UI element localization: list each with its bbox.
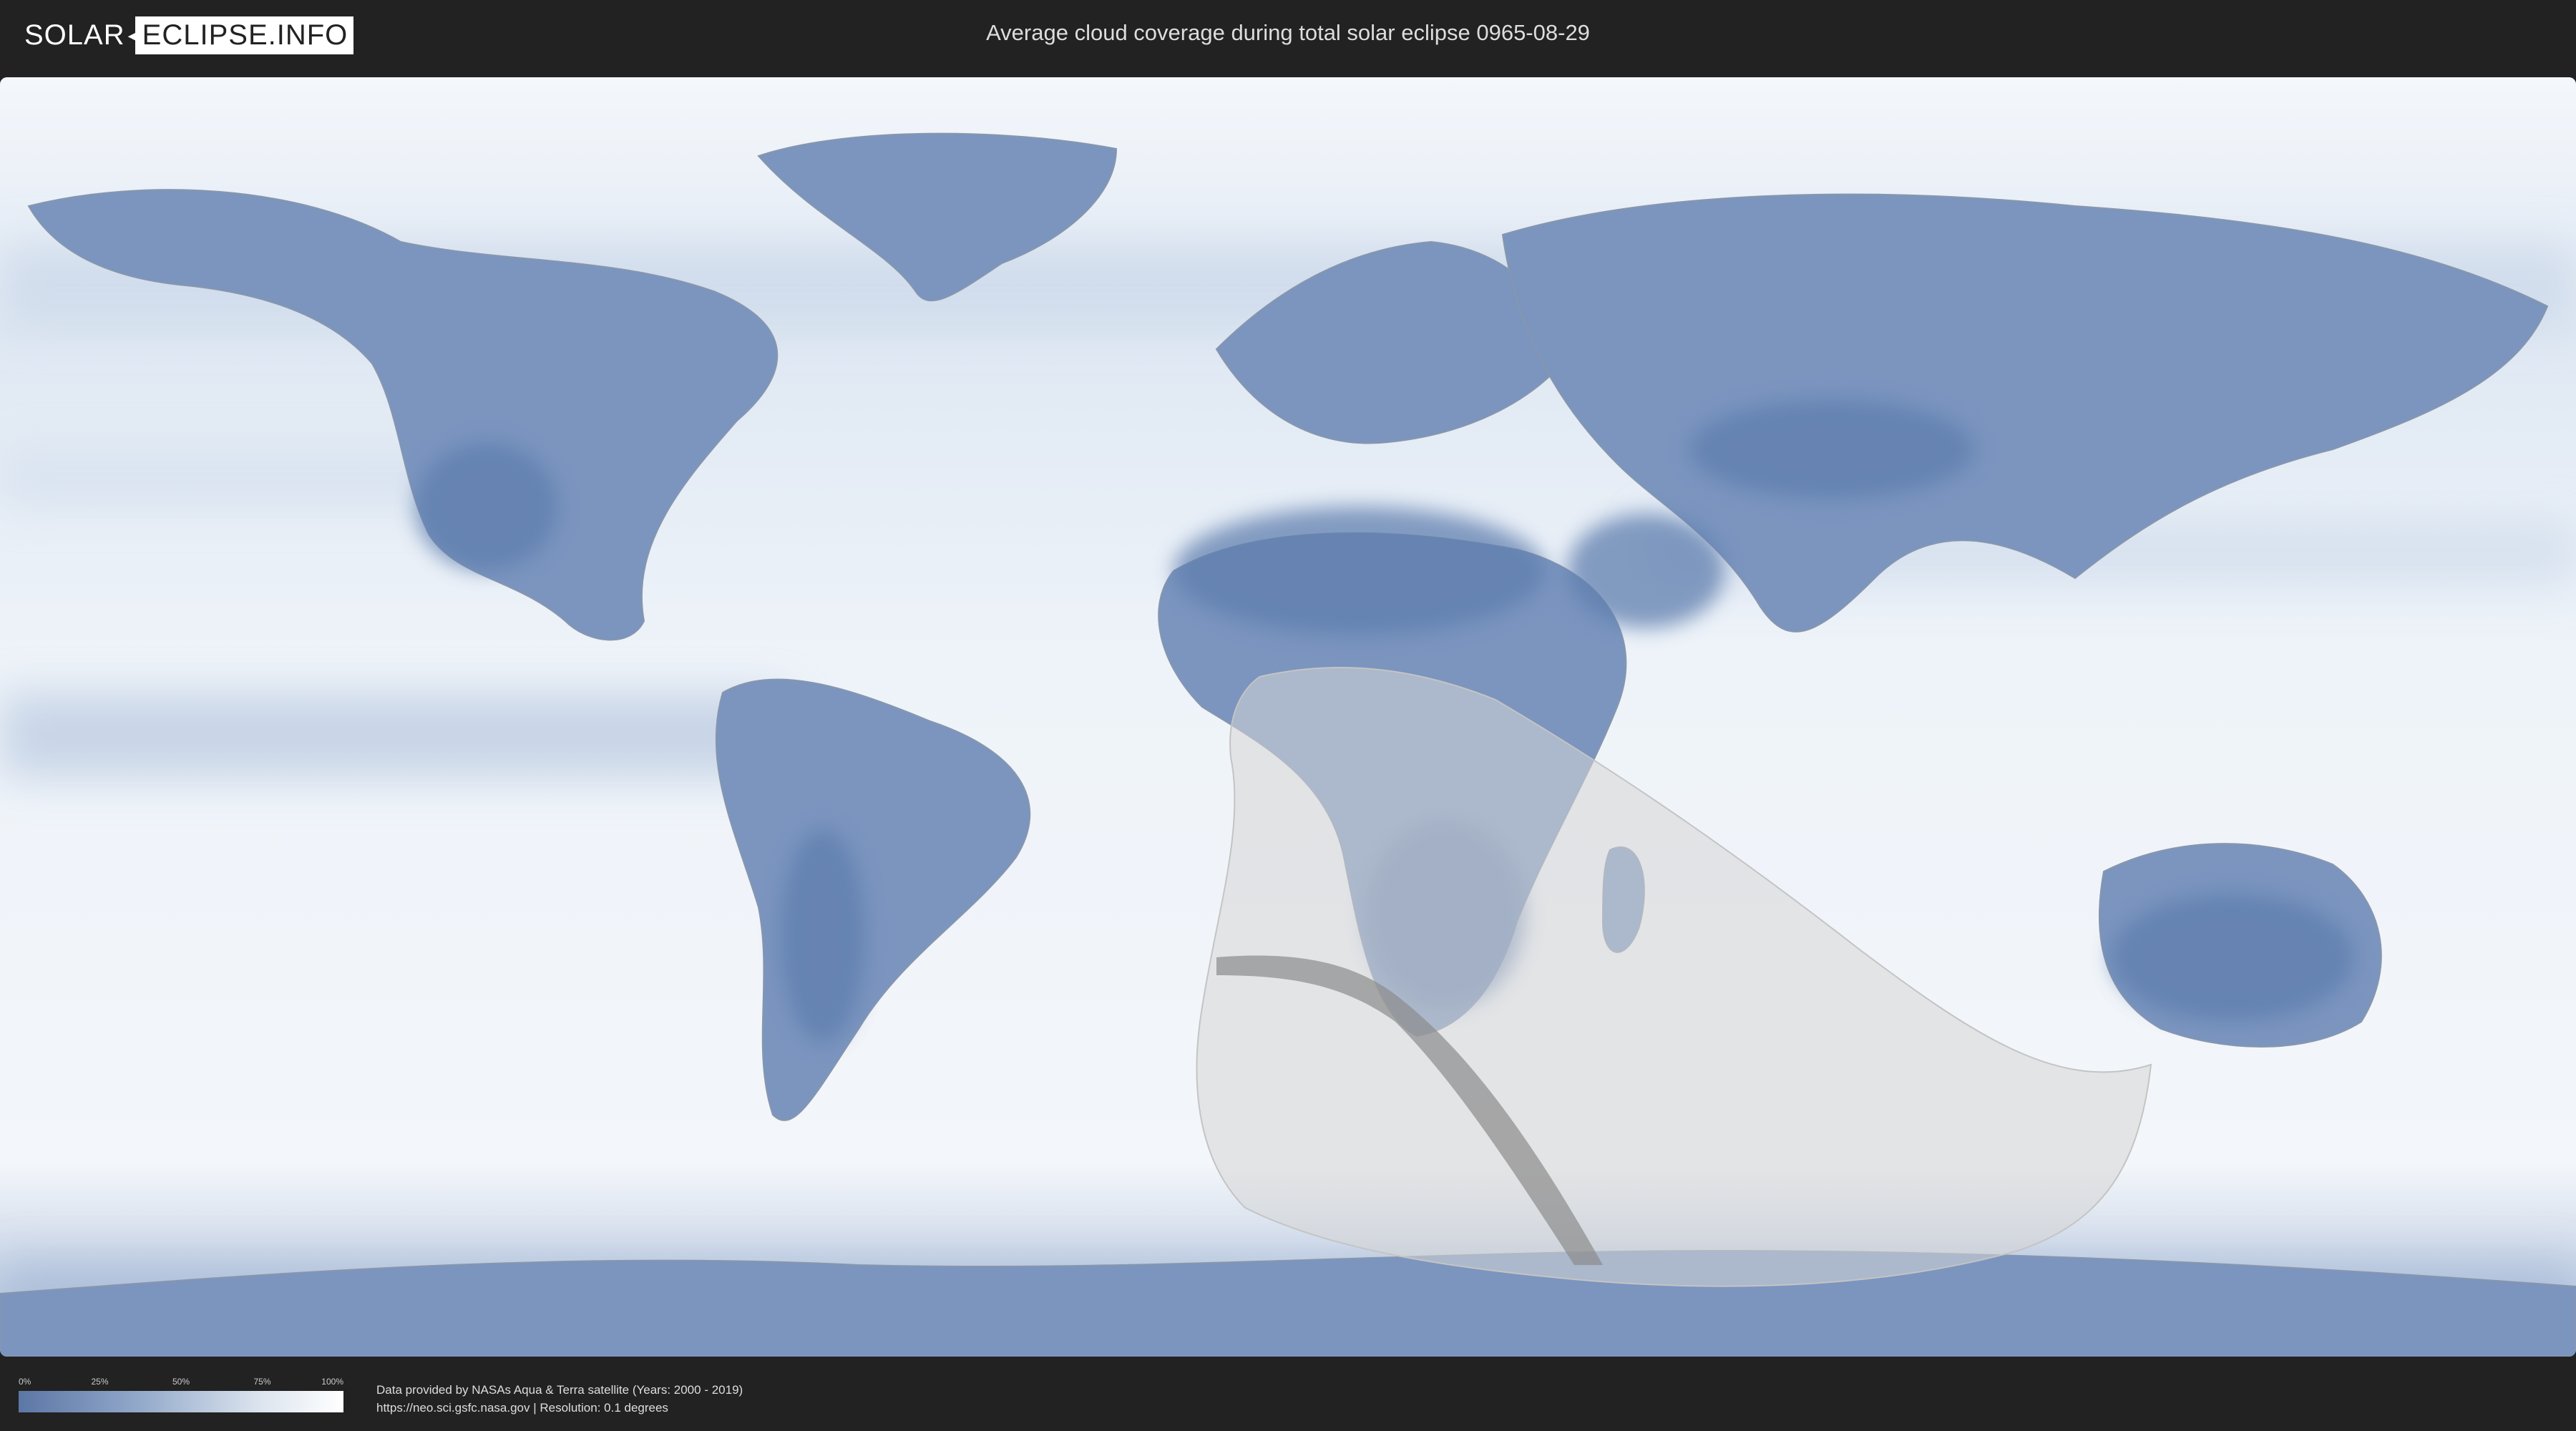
legend-tick: 25% bbox=[91, 1377, 109, 1387]
legend-tick: 0% bbox=[19, 1377, 31, 1387]
footer-bar: 0% 25% 50% 75% 100% Data provided by NAS… bbox=[0, 1359, 2576, 1431]
page-title: Average cloud coverage during total sola… bbox=[986, 20, 1590, 45]
header-bar: SOLAR ◂ ECLIPSE.INFO Average cloud cover… bbox=[0, 0, 2576, 72]
credit-line-url: https://neo.sci.gsfc.nasa.gov | Resoluti… bbox=[376, 1401, 668, 1415]
legend-gradient-bar bbox=[19, 1391, 343, 1412]
world-map-svg bbox=[0, 77, 2576, 1357]
credit-line-source: Data provided by NASAs Aqua & Terra sate… bbox=[376, 1383, 743, 1397]
cloud-coverage-map[interactable] bbox=[0, 77, 2576, 1357]
legend-tick: 50% bbox=[172, 1377, 190, 1387]
legend-tick: 100% bbox=[321, 1377, 343, 1387]
legend-ticks: 0% 25% 50% 75% 100% bbox=[19, 1377, 343, 1391]
legend-tick: 75% bbox=[253, 1377, 271, 1387]
data-credits: Data provided by NASAs Aqua & Terra sate… bbox=[376, 1381, 743, 1417]
cloud-coverage-legend: 0% 25% 50% 75% 100% bbox=[19, 1377, 343, 1412]
